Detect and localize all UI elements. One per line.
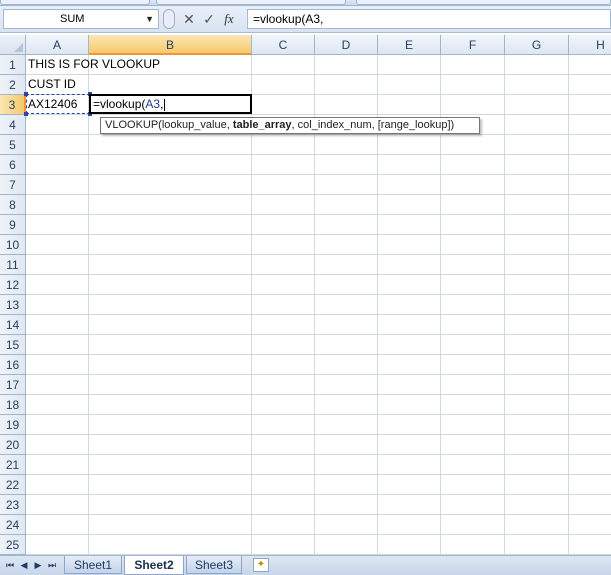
gridline-horizontal <box>26 74 611 75</box>
ribbon-tab-segment <box>0 0 150 5</box>
name-box-value: SUM <box>60 13 85 25</box>
formula-suffix: , <box>160 97 164 111</box>
prev-sheet-icon[interactable]: ◀ <box>18 558 30 572</box>
sheet-tab-1[interactable]: Sheet1 <box>64 556 122 574</box>
tooltip-arg1[interactable]: lookup_value, <box>162 119 233 131</box>
gridline-horizontal <box>26 414 611 415</box>
gridline-vertical <box>88 55 89 555</box>
range-handle[interactable] <box>24 92 28 96</box>
row-header-3[interactable]: 3 <box>0 95 26 115</box>
cell-a1[interactable]: THIS IS FOR VLOOKUP <box>26 54 160 74</box>
column-header-a[interactable]: A <box>26 35 89 55</box>
sheet-tab-3[interactable]: Sheet3 <box>186 556 242 574</box>
gridline-horizontal <box>26 494 611 495</box>
gridline-horizontal <box>26 294 611 295</box>
last-sheet-icon[interactable]: ⏭ <box>46 558 58 572</box>
row-header-2[interactable]: 2 <box>0 75 26 95</box>
tooltip-current-arg[interactable]: table_array <box>233 119 292 131</box>
close-icon[interactable]: ✕ <box>179 9 199 29</box>
row-header-23[interactable]: 23 <box>0 495 26 515</box>
gridline-horizontal <box>26 214 611 215</box>
first-sheet-icon[interactable]: ⏮ <box>4 558 16 572</box>
gridline-horizontal <box>26 434 611 435</box>
new-sheet-icon[interactable]: ✦ <box>253 558 269 572</box>
formula-bar-row: SUM ▼ ✕ ✓ fx =vlookup(A3, <box>0 6 611 33</box>
sheet-tab-bar: ⏮ ◀ ▶ ⏭ Sheet1 Sheet2 Sheet3 ✦ <box>0 555 611 575</box>
check-icon[interactable]: ✓ <box>199 9 219 29</box>
row-header-20[interactable]: 20 <box>0 435 26 455</box>
gridline-horizontal <box>26 114 611 115</box>
gridline-horizontal <box>26 174 611 175</box>
gridline-horizontal <box>26 134 611 135</box>
column-header-b[interactable]: B <box>89 35 252 55</box>
formula-prefix: =vlookup( <box>93 97 146 111</box>
formula-buttons: ✕ ✓ fx <box>163 8 245 30</box>
row-header-12[interactable]: 12 <box>0 275 26 295</box>
row-header-15[interactable]: 15 <box>0 335 26 355</box>
gridline-horizontal <box>26 254 611 255</box>
row-header-22[interactable]: 22 <box>0 475 26 495</box>
column-header-d[interactable]: D <box>315 35 378 55</box>
worksheet-grid[interactable]: ABCDEFGH 1 2 3 4 5 6 7 8 9 10 11 12 13 14 15 16 17 18 19 20… <box>0 35 611 555</box>
sheet-tab-2[interactable]: Sheet2 <box>124 556 184 575</box>
text-caret <box>164 98 166 111</box>
gridline-horizontal <box>26 194 611 195</box>
row-header-19[interactable]: 19 <box>0 415 26 435</box>
column-header-c[interactable]: C <box>252 35 315 55</box>
referenced-cell-highlight <box>24 92 92 116</box>
row-header-8[interactable]: 8 <box>0 195 26 215</box>
row-header-21[interactable]: 21 <box>0 455 26 475</box>
row-header-5[interactable]: 5 <box>0 135 26 155</box>
fx-icon[interactable]: fx <box>219 9 239 29</box>
row-header-9[interactable]: 9 <box>0 215 26 235</box>
select-all-button[interactable] <box>0 35 26 55</box>
gridline-horizontal <box>26 374 611 375</box>
row-header-18[interactable]: 18 <box>0 395 26 415</box>
gridline-horizontal <box>26 154 611 155</box>
row-header-10[interactable]: 10 <box>0 235 26 255</box>
gridline-horizontal <box>26 474 611 475</box>
gridline-horizontal <box>26 354 611 355</box>
next-sheet-icon[interactable]: ▶ <box>32 558 44 572</box>
column-header-f[interactable]: F <box>441 35 505 55</box>
row-header-4[interactable]: 4 <box>0 115 26 135</box>
name-box[interactable]: SUM ▼ <box>3 9 159 29</box>
resize-grip[interactable] <box>163 9 175 29</box>
row-header-14[interactable]: 14 <box>0 315 26 335</box>
gridline-horizontal <box>26 454 611 455</box>
ribbon-tab-segment <box>356 0 611 5</box>
row-header-16[interactable]: 16 <box>0 355 26 375</box>
row-header-11[interactable]: 11 <box>0 255 26 275</box>
column-header-g[interactable]: G <box>505 35 569 55</box>
formula-input[interactable]: =vlookup(A3, <box>247 9 611 29</box>
formula-ref: A3 <box>145 97 161 111</box>
column-header-e[interactable]: E <box>378 35 441 55</box>
row-header-1[interactable]: 1 <box>0 55 26 75</box>
row-header-6[interactable]: 6 <box>0 155 26 175</box>
gridline-vertical <box>504 55 505 555</box>
function-tooltip: VLOOKUP(lookup_value, table_array, col_i… <box>100 117 480 134</box>
range-handle[interactable] <box>24 112 28 116</box>
tooltip-func: VLOOKUP( <box>105 119 162 131</box>
ribbon-tab-segment <box>156 0 346 5</box>
gridline-vertical <box>568 55 569 555</box>
chevron-down-icon[interactable]: ▼ <box>145 10 154 28</box>
cell-a2[interactable]: CUST ID <box>26 74 76 94</box>
gridline-horizontal <box>26 334 611 335</box>
row-header-13[interactable]: 13 <box>0 295 26 315</box>
row-header-17[interactable]: 17 <box>0 375 26 395</box>
gridline-horizontal <box>26 234 611 235</box>
row-header-24[interactable]: 24 <box>0 515 26 535</box>
gridline-horizontal <box>26 274 611 275</box>
cell-b3-editor[interactable]: =vlookup(A3, <box>89 94 252 114</box>
row-header-25[interactable]: 25 <box>0 535 26 555</box>
tooltip-rest: , col_index_num, [range_lookup]) <box>291 119 455 131</box>
gridline-horizontal <box>26 514 611 515</box>
gridline-horizontal <box>26 534 611 535</box>
gridline-horizontal <box>26 314 611 315</box>
select-all-triangle <box>14 43 23 52</box>
gridline-horizontal <box>26 394 611 395</box>
row-header-7[interactable]: 7 <box>0 175 26 195</box>
column-header-h[interactable]: H <box>569 35 611 55</box>
